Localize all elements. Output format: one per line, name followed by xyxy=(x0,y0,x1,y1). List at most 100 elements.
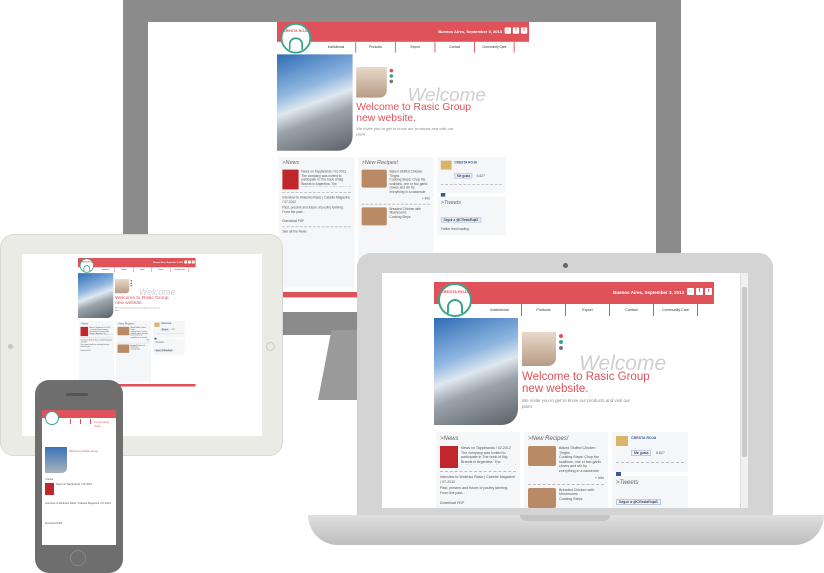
twitter-icon[interactable]: t xyxy=(191,260,195,264)
facebook-icon[interactable]: f xyxy=(696,288,703,295)
recipe-item[interactable]: Baked Stuffed Chicken Thighs Cooking Step… xyxy=(117,326,149,338)
website-mobile: Community Care Welcome to Rasic Group >N… xyxy=(42,410,116,525)
nav-contact[interactable]: Contact xyxy=(152,267,171,273)
cresta-roja-logo[interactable]: CRESTA ROJA xyxy=(79,258,94,273)
nav-institutional[interactable]: Institutional xyxy=(478,304,522,316)
mobile-download-pdf[interactable]: Download PDF xyxy=(45,522,111,525)
tweets-box: >Tweets Seguir a @CRestaRojaS Twitter fe… xyxy=(437,196,506,235)
recipe-title[interactable]: Breaded Chicken with Mushrooms xyxy=(559,488,604,497)
logo-text: CRESTA ROJA xyxy=(283,28,309,33)
home-icon[interactable]: ⌂ xyxy=(687,288,694,295)
home-icon[interactable]: ⌂ xyxy=(184,260,188,264)
news-title: >News xyxy=(440,436,459,442)
slider-dot[interactable] xyxy=(130,279,133,282)
nav-export[interactable]: Export xyxy=(396,41,436,53)
tweets-title: >Tweets xyxy=(154,341,164,344)
recipe-image xyxy=(117,326,130,336)
mobile-nav-item[interactable] xyxy=(81,419,91,424)
slider-dot[interactable] xyxy=(559,340,563,344)
news-title: >News xyxy=(80,322,89,326)
slider-dot[interactable] xyxy=(389,79,394,84)
fb-page-name[interactable]: CRESTA ROJA xyxy=(454,161,484,165)
news-item[interactable]: News on Tappbrands / 02-2012 The company … xyxy=(282,169,351,190)
facebook-icon[interactable]: f xyxy=(188,260,191,264)
recipe-more-info[interactable]: + Info xyxy=(362,197,430,201)
slider-dot[interactable] xyxy=(559,346,563,350)
news-item-title[interactable]: Interview to Wolenko Rasic | Cabelte Mag… xyxy=(282,196,350,204)
recipe-title[interactable]: Baked Stuffed Chicken Thighs xyxy=(559,446,604,455)
magazine-image xyxy=(80,326,89,337)
facebook-icon[interactable]: f xyxy=(512,27,520,34)
scrollbar[interactable] xyxy=(740,273,748,508)
slider-dot[interactable] xyxy=(389,74,394,78)
logo-text: CRESTA ROJA xyxy=(80,260,93,264)
header-date: Buenos Aires, September 3, 2013 xyxy=(438,29,502,34)
mobile-news-item2[interactable]: Interview to Wolenko Rasic | Cabelte Mag… xyxy=(45,502,111,512)
slider-dot[interactable] xyxy=(130,282,133,285)
recipe-more-info[interactable]: + Info xyxy=(117,339,150,341)
cresta-roja-logo[interactable]: CRESTA ROJA xyxy=(280,22,312,54)
main-nav: Institutional Products Export Contact Co… xyxy=(478,304,698,316)
nav-institutional[interactable]: Institutional xyxy=(96,267,115,273)
mobile-nav-item[interactable] xyxy=(61,419,71,424)
nav-community-care[interactable]: Community Care xyxy=(170,267,189,273)
nav-community-care[interactable]: Community Care xyxy=(475,41,515,53)
mobile-news-item[interactable]: News on Tappbrands / 02-2012 xyxy=(56,483,112,497)
scrollbar-thumb[interactable] xyxy=(742,287,747,457)
news-item-title[interactable]: Interview to Wolenko Rasic | Cabelte Mag… xyxy=(440,475,516,484)
slider-dot[interactable] xyxy=(130,284,133,287)
recipe-item[interactable]: Breaded Chicken with Mushrooms Cooking St… xyxy=(528,487,604,508)
nav-products[interactable]: Products xyxy=(115,267,134,273)
mobile-logo[interactable] xyxy=(45,411,59,425)
recipe-item[interactable]: Baked Stuffed Chicken Thighs Cooking Step… xyxy=(361,169,431,194)
follow-button[interactable]: Seguir a @CRestaRojaS xyxy=(154,349,174,352)
nav-community-care[interactable]: Community Care xyxy=(654,304,698,316)
news-item[interactable]: News on Tappbrands / 02-2012 The company … xyxy=(440,446,516,468)
news-item-title[interactable]: Interview to Wolenko Rasic | Cabelte Mag… xyxy=(81,339,113,343)
download-pdf-link[interactable]: Download PDF xyxy=(81,350,113,352)
follow-button[interactable]: Seguir a @CRestaRojaS xyxy=(440,217,482,223)
nav-institutional[interactable]: Institutional xyxy=(317,41,357,53)
like-button[interactable]: Me gusta xyxy=(454,172,473,179)
fb-page-name[interactable]: CRESTA ROJA xyxy=(631,436,665,441)
recipe-more-info[interactable]: + Info xyxy=(528,476,604,481)
mobile-nav-community[interactable]: Community Care xyxy=(94,420,116,428)
download-pdf-link[interactable]: Download PDF xyxy=(282,219,350,223)
recipe-item[interactable]: Breaded Chicken with Mushrooms Cooking St… xyxy=(117,344,149,353)
twitter-icon[interactable]: t xyxy=(520,27,528,34)
news-item-title[interactable]: News on Tappbrands / 02-2012 xyxy=(461,446,516,451)
news-item-title[interactable]: News on Tappbrands / 02-2012 xyxy=(301,170,351,174)
recipe-text: Cooking Steps xyxy=(389,215,411,219)
nav-export[interactable]: Export xyxy=(133,267,152,273)
news-item[interactable]: News on Tappbrands / 02-2012 The company … xyxy=(80,326,113,337)
home-icon[interactable]: ⌂ xyxy=(504,27,511,34)
tablet-home-button[interactable] xyxy=(266,342,275,351)
nav-contact[interactable]: Contact xyxy=(435,41,475,53)
nav-export[interactable]: Export xyxy=(566,304,610,316)
news-column: >News News on Tappbrands / 02-2012 The co… xyxy=(436,432,520,508)
recipe-item[interactable]: Breaded Chicken with Mushrooms Cooking St… xyxy=(361,206,431,225)
slider-dot[interactable] xyxy=(389,68,394,73)
recipes-column: >New Recipes! Baked Stuffed Chicken Thig… xyxy=(115,321,152,382)
phone-home-button[interactable] xyxy=(70,550,86,566)
twitter-icon[interactable]: t xyxy=(705,288,712,295)
welcome-intro: We invite you to get to know our product… xyxy=(356,126,454,137)
mobile-nav-item[interactable] xyxy=(71,419,81,424)
recipe-item[interactable]: Baked Stuffed Chicken Thighs Cooking Step… xyxy=(528,446,604,473)
like-button[interactable]: Me gusta xyxy=(160,328,170,331)
nav-contact[interactable]: Contact xyxy=(610,304,654,316)
see-all-news-link[interactable]: See all the News xyxy=(282,229,350,233)
follow-button[interactable]: Seguir a @CRestaRojaS xyxy=(616,499,661,505)
like-button[interactable]: Me gusta xyxy=(631,449,652,456)
recipe-title[interactable]: Breaded Chicken with Mushrooms xyxy=(390,207,431,215)
download-pdf-link[interactable]: Download PDF xyxy=(440,501,516,506)
news-item-text: The company was invited to participate i… xyxy=(461,450,516,465)
nav-products[interactable]: Products xyxy=(522,304,566,316)
headline-line-2: new website. xyxy=(522,383,589,395)
fb-page-name[interactable]: CRESTA ROJA xyxy=(161,323,175,325)
nav-products[interactable]: Products xyxy=(356,41,396,53)
cresta-roja-logo[interactable]: CRESTA ROJA xyxy=(438,283,472,317)
laptop-camera xyxy=(563,263,568,268)
slider-dot[interactable] xyxy=(559,334,563,338)
recipe-title[interactable]: Baked Stuffed Chicken Thighs xyxy=(390,170,431,178)
